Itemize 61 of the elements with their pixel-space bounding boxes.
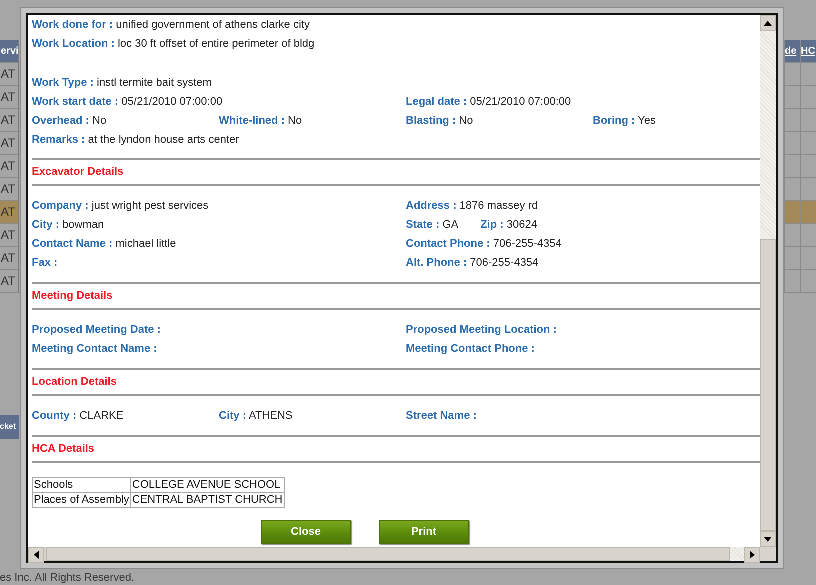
- scrollbar-thumb[interactable]: [46, 547, 730, 561]
- detail-field: Meeting Contact Phone :: [406, 342, 535, 354]
- detail-field: Blasting : No: [406, 114, 474, 126]
- table-cell: AT: [0, 86, 19, 108]
- detail-field: Proposed Meeting Date :: [32, 324, 161, 336]
- scroll-right-button[interactable]: [744, 547, 760, 563]
- detail-field: Meeting Contact Name :: [32, 342, 158, 354]
- table-cell: AT: [0, 247, 19, 269]
- detail-field: Contact Phone : 706-255-4354: [406, 238, 562, 250]
- copyright-text: es Inc. All Rights Reserved.: [0, 572, 135, 584]
- table-cell: COLLEGE AVENUE SCHOOL: [130, 478, 284, 492]
- detail-field: Address : 1876 massey rd: [406, 200, 538, 212]
- table-cell: Places of Assembly: [32, 492, 131, 508]
- detail-field: Proposed Meeting Location :: [406, 324, 557, 336]
- detail-field: City : ATHENS: [219, 410, 293, 422]
- detail-field: Work Type : instl termite bait system: [32, 76, 212, 88]
- dialog-button[interactable]: Print: [379, 520, 469, 544]
- scroll-down-button[interactable]: [760, 531, 776, 547]
- table-cell: AT: [0, 63, 19, 85]
- detail-field: Work done for : unified government of athens clarke city: [32, 18, 310, 30]
- detail-field: Remarks : at the lyndon house arts center: [32, 134, 240, 146]
- section-bar: cket: [0, 414, 19, 438]
- detail-field: Contact Name : michael little: [32, 238, 176, 250]
- detail-field: Zip : 30624: [480, 218, 538, 230]
- detail-field: Legal date : 05/21/2010 07:00:00: [406, 96, 572, 108]
- section-title: HCA Details: [32, 442, 96, 457]
- dialog-button[interactable]: Close: [261, 520, 351, 544]
- table-cell: AT: [0, 178, 19, 200]
- triangle-up-icon: [763, 20, 773, 26]
- scroll-left-button[interactable]: [28, 547, 44, 563]
- column-header[interactable]: de: [784, 40, 800, 62]
- triangle-left-icon: [32, 550, 40, 560]
- table-cell: AT: [0, 270, 19, 292]
- scroll-up-button[interactable]: [760, 15, 776, 31]
- table-cell: CENTRAL BAPTIST CHURCH: [130, 492, 284, 508]
- detail-field: Work start date : 05/21/2010 07:00:00: [32, 96, 223, 108]
- detail-field: Work Location : loc 30 ft offset of entire perimeter of bldg: [32, 38, 315, 50]
- detail-field: City : bowman: [32, 218, 104, 230]
- detail-field: County : CLARKE: [32, 410, 124, 422]
- table-cell: Schools: [32, 478, 131, 492]
- detail-field: Alt. Phone : 706-255-4354: [406, 256, 539, 268]
- section-title: Location Details: [32, 375, 118, 390]
- column-header[interactable]: ervi: [0, 40, 19, 62]
- detail-field: Overhead : No: [32, 114, 107, 126]
- detail-field: Company : just wright pest services: [32, 200, 209, 212]
- detail-field: White-lined : No: [219, 114, 302, 126]
- section-title: Excavator Details: [32, 165, 125, 180]
- table-cell: AT: [0, 201, 19, 223]
- detail-field: State : GA: [406, 218, 459, 230]
- column-header[interactable]: HC: [800, 40, 816, 62]
- detail-field: Fax :: [32, 256, 58, 268]
- table-cell: AT: [0, 224, 19, 246]
- table-cell: AT: [0, 155, 19, 177]
- section-title: Meeting Details: [32, 289, 114, 304]
- triangle-right-icon: [748, 550, 756, 560]
- table-cell: AT: [0, 132, 19, 154]
- triangle-down-icon: [763, 536, 773, 542]
- detail-field: Street Name :: [406, 410, 477, 422]
- scrollbar-thumb[interactable]: [760, 239, 776, 531]
- table-cell: AT: [0, 109, 19, 131]
- detail-field: Boring : Yes: [593, 114, 656, 126]
